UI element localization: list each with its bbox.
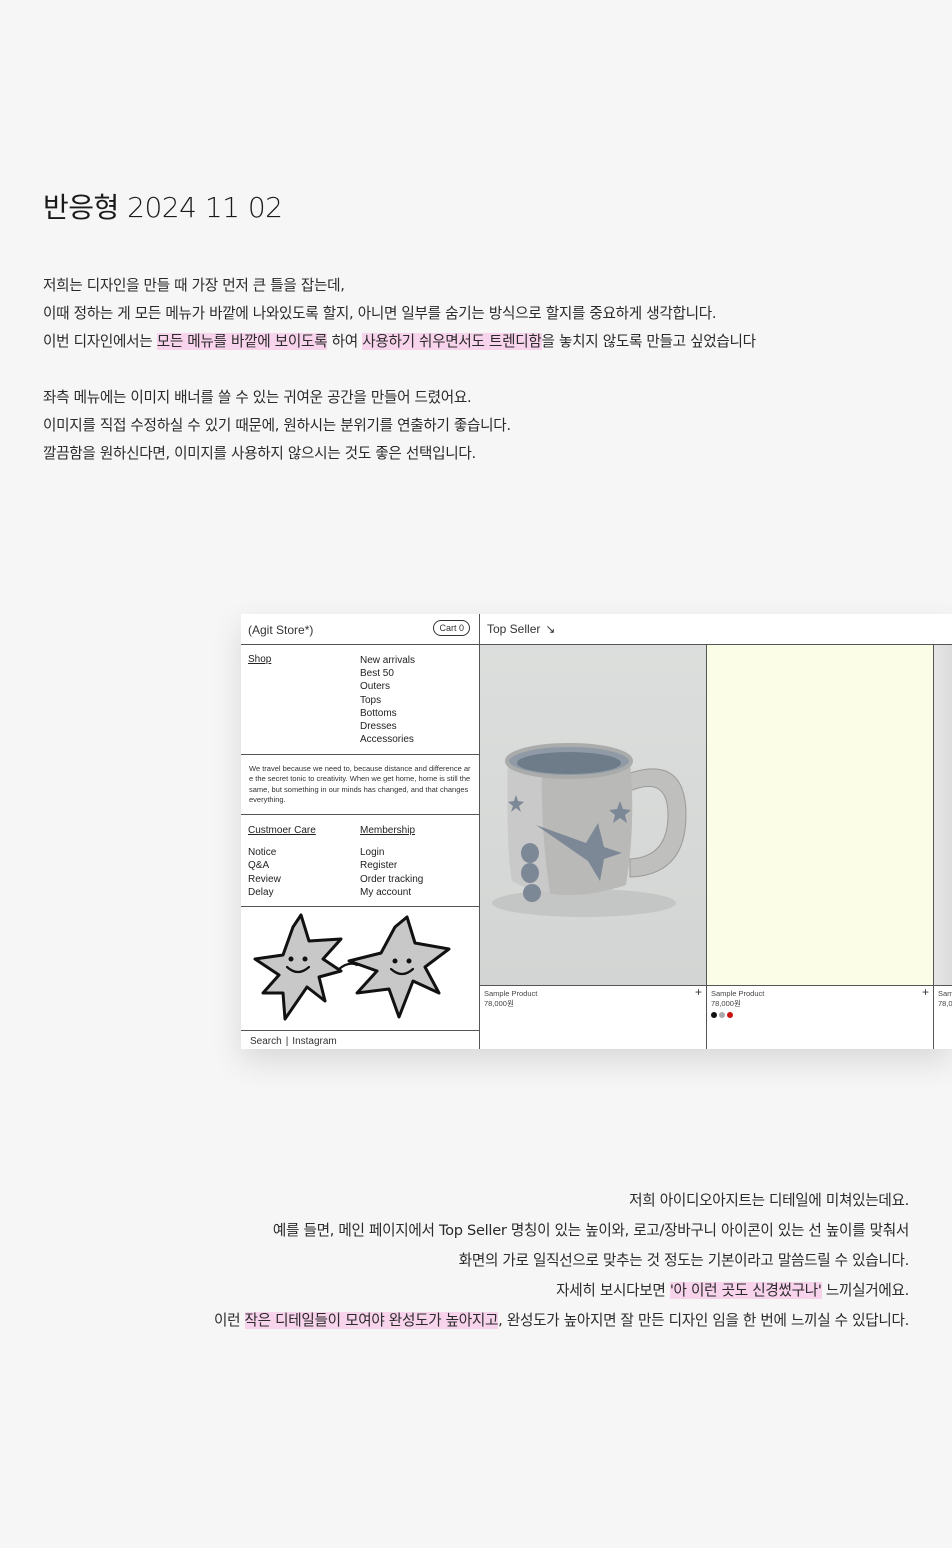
intro2-line2: 이미지를 직접 수정하실 수 있기 때문에, 원하시는 분위기를 연출하기 좋습… bbox=[43, 417, 511, 434]
highlight-text: 작은 디테일들이 모여야 완성도가 높아지고 bbox=[244, 1312, 499, 1329]
search-link[interactable]: Search bbox=[250, 1036, 282, 1047]
intro2-line3: 깔끔함을 원하신다면, 이미지를 사용하지 않으시는 것도 좋은 선택입니다. bbox=[43, 445, 476, 462]
care-item[interactable]: Review bbox=[248, 873, 316, 886]
star-characters-illustration bbox=[253, 913, 451, 1021]
instagram-link[interactable]: Instagram bbox=[292, 1036, 336, 1047]
intro1-line1: 저희는 디자인을 만들 때 가장 먼저 큰 틀을 잡는데, bbox=[43, 277, 345, 294]
product-name: Sample Product bbox=[711, 989, 765, 998]
product-info: Sample Product 78,000원 bbox=[484, 989, 537, 1009]
text: 을 놓치지 않도록 만들고 싶었습니다 bbox=[541, 333, 757, 350]
shop-menu: Shop New arrivals Best 50 Outers Tops Bo… bbox=[241, 645, 479, 755]
product-image[interactable] bbox=[934, 645, 952, 986]
intro1-line2: 이때 정하는 게 모든 메뉴가 바깥에 나와있도록 할지, 아니면 일부를 숨기… bbox=[43, 305, 717, 322]
intro-paragraph-1: 저희는 디자인을 만들 때 가장 먼저 큰 틀을 잡는데, 이때 정하는 게 모… bbox=[43, 272, 756, 356]
category-item[interactable]: Outers bbox=[360, 680, 415, 693]
arrow-down-right-icon: ↘ bbox=[545, 622, 556, 636]
outro-paragraph: 저희 아이디오아지트는 디테일에 미쳐있는데요. 예를 들면, 메인 페이지에서… bbox=[214, 1186, 909, 1336]
intro2-line1: 좌측 메뉴에는 이미지 배너를 쓸 수 있는 귀여운 공간을 만들어 드렸어요. bbox=[43, 389, 472, 406]
care-item[interactable]: Notice bbox=[248, 846, 316, 859]
category-item[interactable]: Dresses bbox=[360, 720, 415, 733]
category-item[interactable]: New arrivals bbox=[360, 654, 415, 667]
member-item[interactable]: Order tracking bbox=[360, 873, 423, 886]
banner-image[interactable] bbox=[241, 907, 479, 1031]
category-item[interactable]: Tops bbox=[360, 694, 415, 707]
separator: | bbox=[285, 1036, 289, 1047]
quote-block: We travel because we need to, because di… bbox=[241, 755, 479, 815]
support-menu: Custmoer Care Notice Q&A Review Delay Me… bbox=[241, 815, 479, 907]
product-grid: + Sample Product 78,000원 + Sample Produc… bbox=[480, 645, 952, 1049]
product-card[interactable]: + Sample Product 78,000원 bbox=[707, 645, 934, 1049]
color-swatch-red[interactable] bbox=[727, 1012, 733, 1018]
text: 이런 bbox=[213, 1312, 245, 1329]
color-swatch-gray[interactable] bbox=[719, 1012, 725, 1018]
category-item[interactable]: Accessories bbox=[360, 733, 415, 746]
outro-line1: 저희 아이디오아지트는 디테일에 미쳐있는데요. bbox=[629, 1192, 909, 1209]
main-header: Top Seller ↘ bbox=[480, 614, 952, 645]
category-item[interactable]: Best 50 bbox=[360, 667, 415, 680]
intro-paragraph-2: 좌측 메뉴에는 이미지 배너를 쓸 수 있는 귀여운 공간을 만들어 드렸어요.… bbox=[43, 384, 511, 468]
outro-line5: 이런 작은 디테일들이 모여야 완성도가 높아지고, 완성도가 높아지면 잘 만… bbox=[214, 1306, 909, 1336]
shop-heading[interactable]: Shop bbox=[248, 654, 271, 665]
product-image[interactable] bbox=[707, 645, 933, 986]
category-item[interactable]: Bottoms bbox=[360, 707, 415, 720]
product-name: Sample Product bbox=[484, 989, 538, 998]
highlight-text: 모든 메뉴를 바깥에 보이도록 bbox=[156, 333, 328, 350]
text: 느끼실거에요. bbox=[821, 1282, 909, 1299]
store-mockup: (Agit Store*) Cart 0 Shop New arrivals B… bbox=[241, 614, 952, 1049]
product-name: Sam bbox=[938, 989, 952, 998]
care-item[interactable]: Q&A bbox=[248, 859, 316, 872]
text: 하여 bbox=[327, 333, 363, 350]
product-info: Sam 78,0 bbox=[938, 989, 952, 1009]
customer-care-heading[interactable]: Custmoer Care bbox=[248, 824, 316, 837]
highlight-text: 사용하기 쉬우면서도 트렌디함 bbox=[362, 333, 542, 350]
color-swatches bbox=[711, 1012, 764, 1018]
sidebar-footer: Search | Instagram bbox=[248, 1036, 339, 1047]
store-logo[interactable]: (Agit Store*) bbox=[248, 623, 313, 637]
cart-button[interactable]: Cart 0 bbox=[433, 620, 470, 636]
top-seller-heading[interactable]: Top Seller ↘ bbox=[487, 622, 555, 636]
care-item[interactable]: Delay bbox=[248, 886, 316, 899]
membership-heading[interactable]: Membership bbox=[360, 824, 423, 837]
text: 이번 디자인에서는 bbox=[43, 333, 157, 350]
add-to-cart-button[interactable]: + bbox=[695, 985, 702, 999]
product-price: 78,000원 bbox=[711, 999, 741, 1008]
product-info: Sample Product 78,000원 bbox=[711, 989, 764, 1018]
outro-line4: 자세히 보시다보면 '아 이런 곳도 신경썼구나' 느끼실거에요. bbox=[214, 1276, 909, 1306]
member-item[interactable]: Login bbox=[360, 846, 423, 859]
page-title: 반응형 2024 11 02 bbox=[43, 191, 283, 224]
outro-line3: 화면의 가로 일직선으로 맞추는 것 정도는 기본이라고 말씀드릴 수 있습니다… bbox=[458, 1252, 910, 1269]
outro-line2: 예를 들면, 메인 페이지에서 Top Seller 명칭이 있는 높이와, 로… bbox=[272, 1222, 909, 1239]
membership-column: Membership Login Register Order tracking… bbox=[360, 824, 423, 899]
member-item[interactable]: Register bbox=[360, 859, 423, 872]
text: 자세히 보시다보면 bbox=[556, 1282, 670, 1299]
quote-text: We travel because we need to, because di… bbox=[249, 764, 471, 805]
highlight-text: '아 이런 곳도 신경썼구나' bbox=[669, 1282, 822, 1299]
category-list: New arrivals Best 50 Outers Tops Bottoms… bbox=[360, 654, 415, 746]
member-item[interactable]: My account bbox=[360, 886, 423, 899]
intro1-line3: 이번 디자인에서는 모든 메뉴를 바깥에 보이도록 하여 사용하기 쉬우면서도 … bbox=[43, 328, 756, 356]
product-price: 78,0 bbox=[938, 999, 952, 1008]
top-seller-label: Top Seller bbox=[487, 622, 541, 636]
sidebar: (Agit Store*) Cart 0 Shop New arrivals B… bbox=[241, 614, 480, 1049]
add-to-cart-button[interactable]: + bbox=[922, 985, 929, 999]
product-price: 78,000원 bbox=[484, 999, 514, 1008]
sidebar-header: (Agit Store*) Cart 0 bbox=[241, 614, 479, 645]
text: , 완성도가 높아지면 잘 만든 디자인 임을 한 번에 느끼실 수 있답니다. bbox=[498, 1312, 909, 1329]
product-image[interactable] bbox=[480, 645, 706, 986]
product-card[interactable]: + Sample Product 78,000원 bbox=[480, 645, 707, 1049]
product-card[interactable]: Sam 78,0 bbox=[934, 645, 952, 1049]
customer-care-column: Custmoer Care Notice Q&A Review Delay bbox=[248, 824, 316, 899]
color-swatch-black[interactable] bbox=[711, 1012, 717, 1018]
mug-image bbox=[492, 743, 687, 917]
